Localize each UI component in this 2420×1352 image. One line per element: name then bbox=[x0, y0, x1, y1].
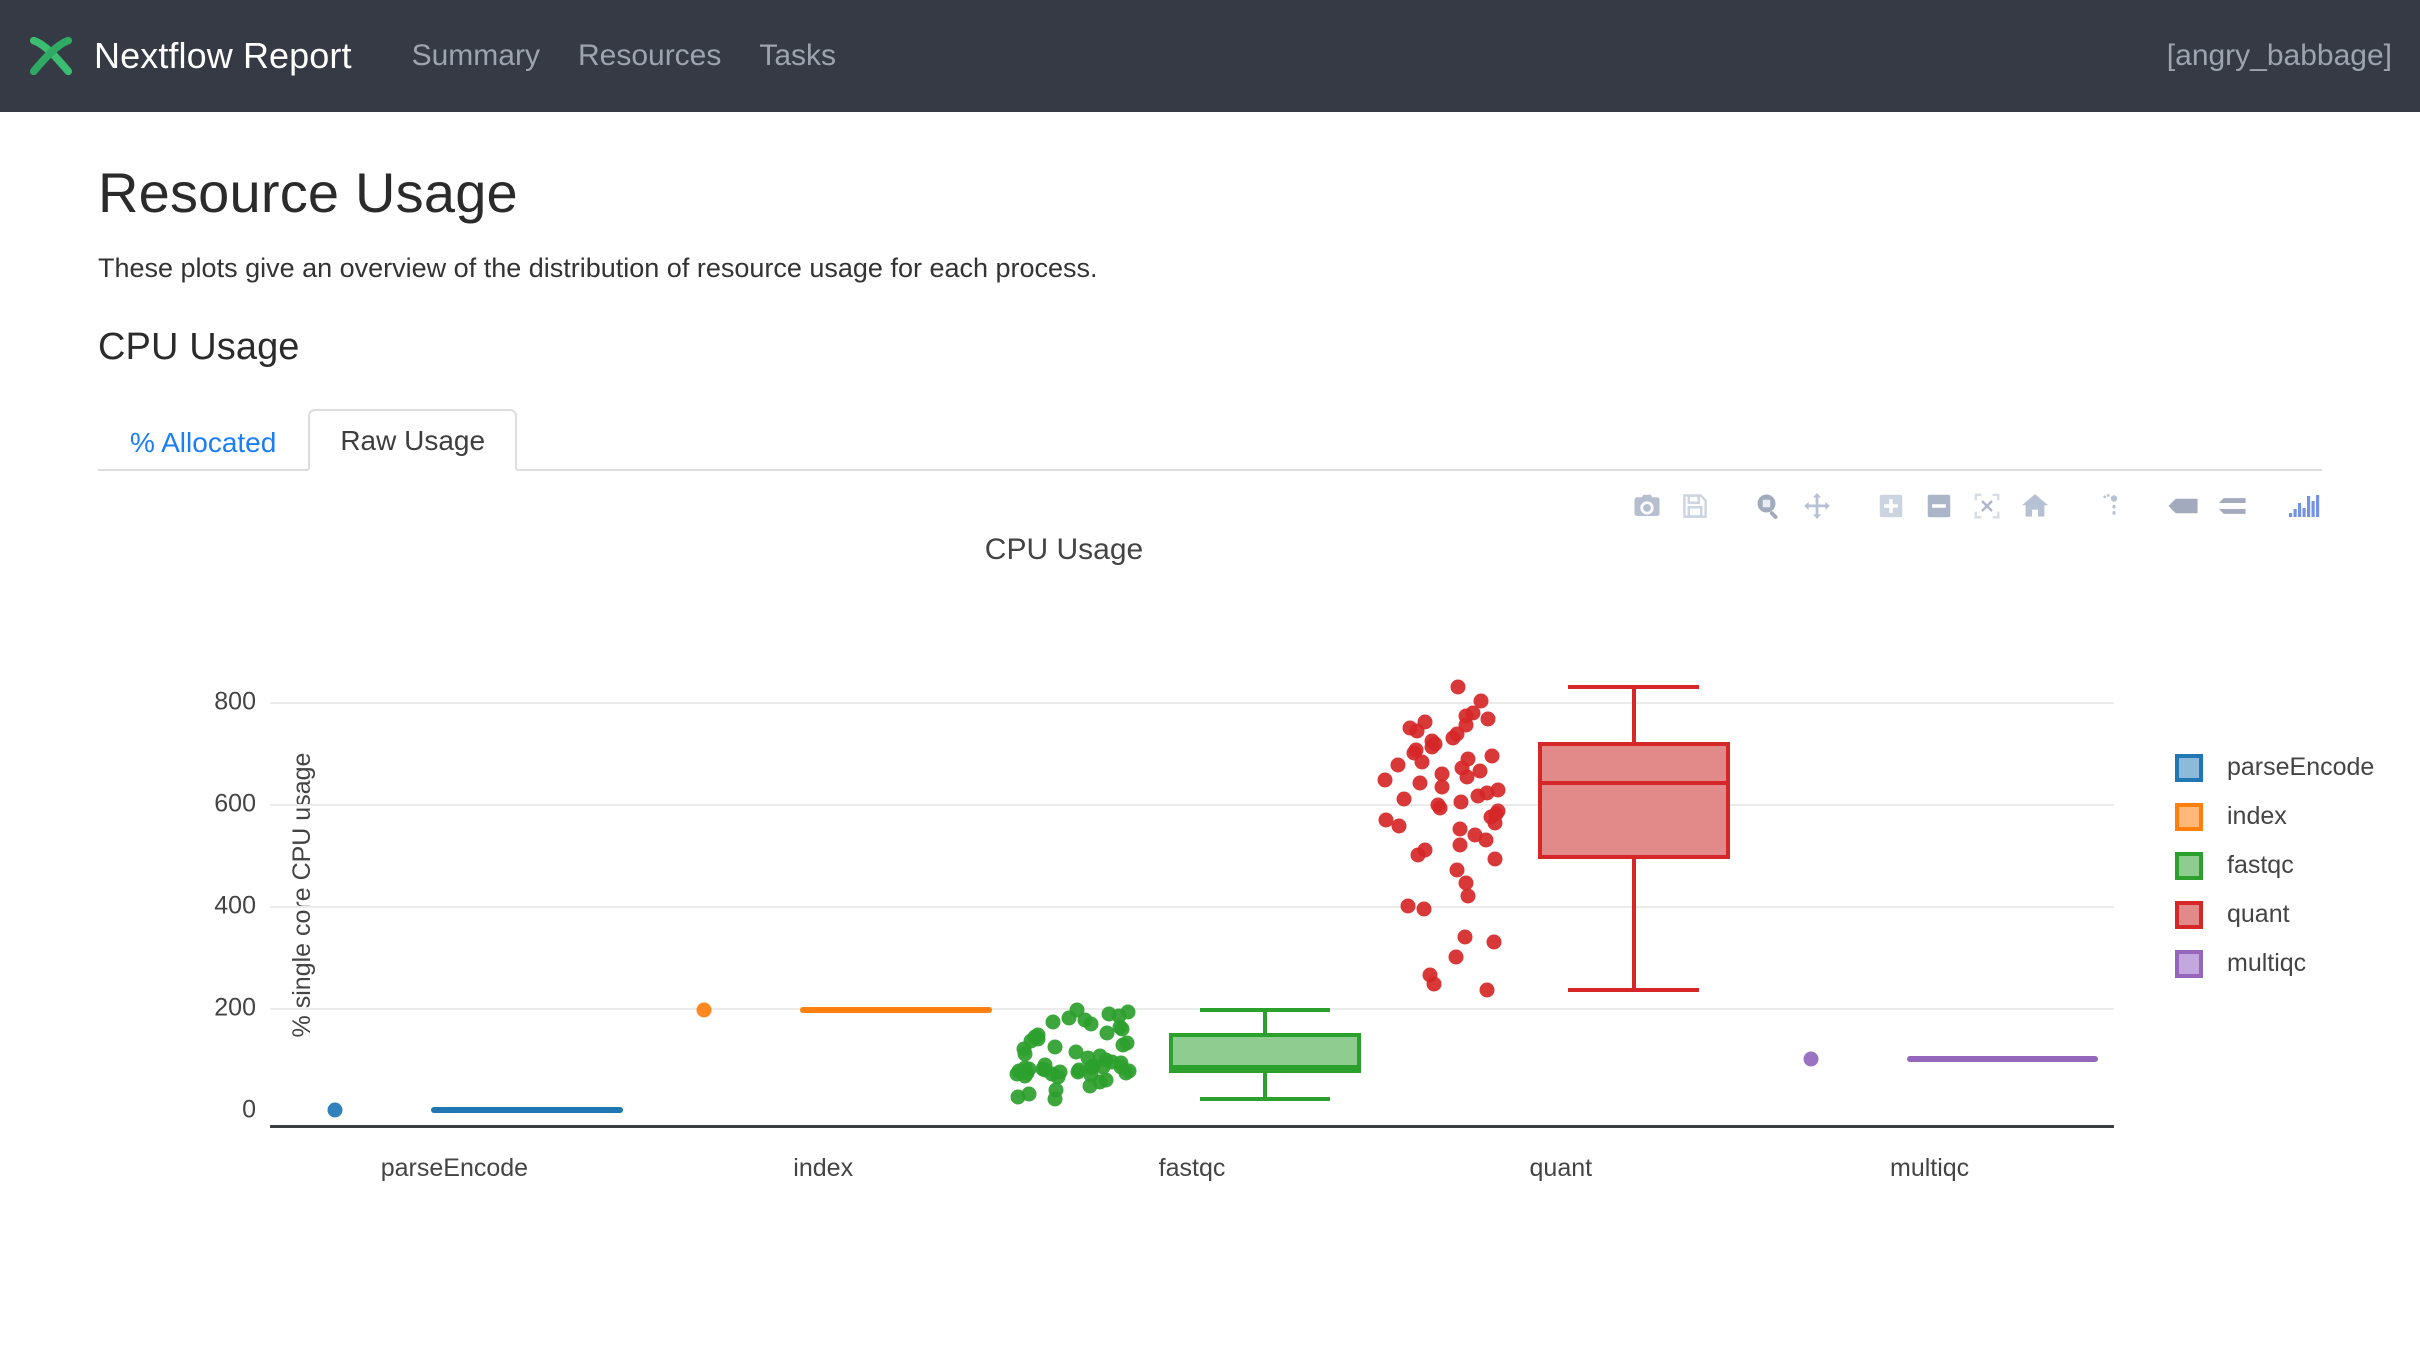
navbar: Nextflow Report Summary Resources Tasks … bbox=[0, 0, 2420, 112]
y-axis-tick-label: 800 bbox=[214, 687, 256, 716]
legend-label: fastqc bbox=[2227, 851, 2294, 880]
main-container: Resource Usage These plots give an overv… bbox=[0, 160, 2420, 1181]
box-trace-multiqc[interactable] bbox=[270, 661, 2114, 1128]
legend-swatch bbox=[2175, 754, 2203, 782]
legend-item-multiqc[interactable]: multiqc bbox=[2175, 939, 2374, 988]
camera-icon[interactable] bbox=[1630, 489, 1664, 523]
tab-percent-allocated[interactable]: % Allocated bbox=[98, 411, 308, 471]
legend-item-parseEncode[interactable]: parseEncode bbox=[2175, 743, 2374, 792]
chart-title: CPU Usage bbox=[98, 533, 2322, 567]
tab-bar: % Allocated Raw Usage bbox=[98, 397, 2322, 471]
legend-item-quant[interactable]: quant bbox=[2175, 890, 2374, 939]
zoom-magnifier-icon[interactable] bbox=[1752, 489, 1786, 523]
nav-link-tasks[interactable]: Tasks bbox=[759, 39, 836, 73]
chart-legend: parseEncode index fastqc quant multiqc bbox=[2175, 743, 2374, 988]
run-name-label: [angry_babbage] bbox=[2167, 39, 2392, 73]
legend-item-index[interactable]: index bbox=[2175, 792, 2374, 841]
box-flat-line bbox=[1907, 1056, 2099, 1062]
y-axis-tick-label: 400 bbox=[214, 891, 256, 920]
legend-label: multiqc bbox=[2227, 949, 2306, 978]
x-axis-tick-label: quant bbox=[1530, 1154, 1593, 1183]
legend-label: parseEncode bbox=[2227, 753, 2374, 782]
disk-save-icon[interactable] bbox=[1678, 489, 1712, 523]
plotly-logo-icon[interactable] bbox=[2288, 489, 2322, 523]
page-description: These plots give an overview of the dist… bbox=[98, 253, 2322, 284]
nav-links: Summary Resources Tasks bbox=[412, 39, 836, 73]
y-axis-tick-label: 200 bbox=[214, 994, 256, 1023]
legend-label: index bbox=[2227, 802, 2287, 831]
legend-item-fastqc[interactable]: fastqc bbox=[2175, 841, 2374, 890]
hover-closest-icon[interactable] bbox=[2166, 489, 2200, 523]
x-axis-tick-label: fastqc bbox=[1159, 1154, 1226, 1183]
legend-swatch bbox=[2175, 852, 2203, 880]
zoom-in-plus-icon[interactable] bbox=[1874, 489, 1908, 523]
y-axis-tick-label: 0 bbox=[242, 1096, 256, 1125]
section-title-cpu-usage: CPU Usage bbox=[98, 326, 2322, 369]
nav-link-resources[interactable]: Resources bbox=[578, 39, 721, 73]
cpu-usage-plot: CPU Usage % single core CPU usage 020040… bbox=[98, 481, 2322, 1181]
chart-title-text: CPU Usage bbox=[985, 533, 1143, 566]
legend-swatch bbox=[2175, 803, 2203, 831]
legend-swatch bbox=[2175, 950, 2203, 978]
page-title: Resource Usage bbox=[98, 160, 2322, 225]
tab-raw-usage[interactable]: Raw Usage bbox=[308, 409, 517, 471]
x-axis-tick-label: multiqc bbox=[1890, 1154, 1969, 1183]
x-axis-tick-label: index bbox=[793, 1154, 853, 1183]
x-axis-tick-label: parseEncode bbox=[381, 1154, 528, 1183]
legend-label: quant bbox=[2227, 900, 2290, 929]
legend-swatch bbox=[2175, 901, 2203, 929]
brand[interactable]: Nextflow Report bbox=[28, 33, 352, 79]
y-axis-tick-label: 600 bbox=[214, 789, 256, 818]
home-reset-axes-icon[interactable] bbox=[2018, 489, 2052, 523]
pan-arrows-icon[interactable] bbox=[1800, 489, 1834, 523]
nextflow-x-logo-icon bbox=[28, 33, 74, 79]
autoscale-icon[interactable] bbox=[1970, 489, 2004, 523]
nav-link-summary[interactable]: Summary bbox=[412, 39, 540, 73]
zoom-out-minus-icon[interactable] bbox=[1922, 489, 1956, 523]
plotly-modebar bbox=[1630, 489, 2322, 523]
plot-area: % single core CPU usage 0200400600800par… bbox=[270, 661, 2114, 1128]
spike-lines-icon[interactable] bbox=[2092, 489, 2126, 523]
brand-title: Nextflow Report bbox=[94, 35, 352, 77]
data-point bbox=[1803, 1052, 1818, 1067]
hover-compare-icon[interactable] bbox=[2214, 489, 2248, 523]
